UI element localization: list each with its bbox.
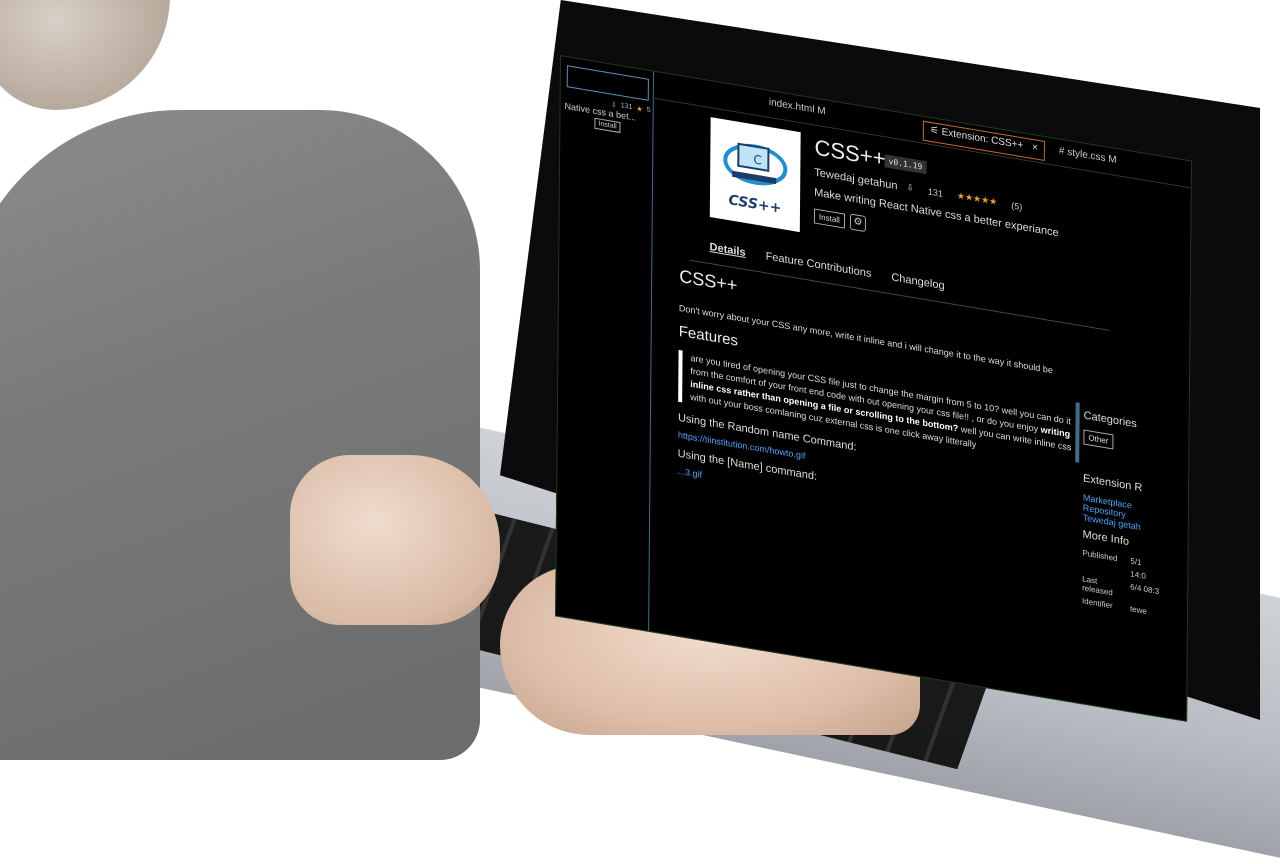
extensions-sidebar: ⇩ 131 ★ 5 Native css a bet... Install (556, 56, 654, 631)
css-file-icon: # (1058, 145, 1065, 158)
sidebar-rating: 5 (646, 106, 651, 115)
svg-text:C: C (753, 152, 762, 167)
info-label: Last released (1082, 574, 1113, 598)
readme-content: CSS++ Don't worry about your CSS any mor… (677, 266, 1079, 543)
tab-style-css[interactable]: # style.css M (1053, 142, 1123, 174)
tab-label: style.css M (1067, 146, 1117, 167)
tab-details[interactable]: Details (709, 241, 745, 259)
panel-accent-bar (1075, 402, 1080, 463)
install-button[interactable]: Install (813, 208, 845, 229)
rating-stars[interactable]: ★★★★★ (957, 190, 997, 208)
extension-version-badge: v0.1.19 (884, 154, 927, 175)
vscode-screen: ⇩ 131 ★ 5 Native css a bet... Install in… (555, 55, 1192, 722)
extension-downloads: 131 (927, 185, 943, 199)
info-label: Identifier (1081, 596, 1113, 611)
extension-info-panel: Categories Other Extension R Marketplace… (1075, 402, 1192, 624)
extension-logo: C CSS++ (709, 117, 801, 233)
star-icon: ★ (636, 105, 643, 114)
gear-icon[interactable]: ⚙ (849, 213, 867, 233)
tab-index-html[interactable]: index.html M (763, 94, 832, 125)
tab-label: index.html M (768, 96, 826, 118)
more-info-grid: Published 5/1 14:0 Last released 6/4 08:… (1082, 548, 1192, 623)
category-tag[interactable]: Other (1083, 429, 1114, 450)
sidebar-install-button[interactable]: Install (594, 117, 621, 134)
close-icon[interactable]: × (1032, 142, 1038, 154)
person-head (0, 0, 170, 110)
extension-name: CSS++ (814, 134, 886, 172)
rating-count: (5) (1011, 199, 1023, 212)
preview-icon: ⚟ (929, 124, 939, 138)
left-hand (290, 455, 500, 625)
person-hoodie (0, 110, 480, 760)
tab-label: Extension: CSS++ (941, 126, 1024, 152)
sidebar-extension-item[interactable]: ⇩ 131 ★ 5 Native css a bet... Install (564, 93, 651, 138)
download-icon: ⇩ (906, 181, 914, 194)
